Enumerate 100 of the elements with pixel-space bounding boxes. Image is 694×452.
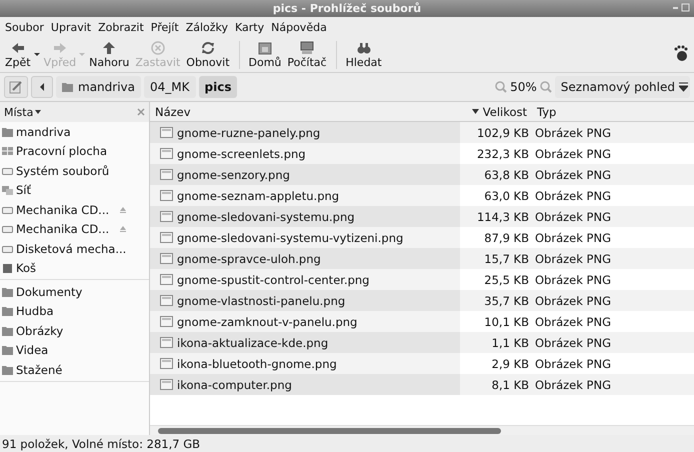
column-header[interactable]: Velikost [460,102,532,121]
toolbar-button[interactable]: Hledat [342,40,385,69]
toggle-location-button[interactable] [4,76,28,98]
window-title: pics - Prohlížeč souborů [272,2,422,15]
folder-icon [2,126,14,137]
menu-item[interactable]: Soubor [5,20,44,34]
file-name-cell[interactable]: gnome-sledovani-systemu-vytizeni.png [150,227,460,248]
dropdown-arrow-icon [679,82,688,92]
toolbar-button[interactable]: Obnovit [183,40,233,69]
size-cell: 114,3 KB [460,206,532,227]
size-cell: 15,7 KB [460,248,532,269]
eject-icon[interactable] [119,225,128,234]
edit-icon [9,80,23,94]
file-name-cell[interactable]: gnome-screenlets.png [150,143,460,164]
forward-arrow-icon [52,40,68,56]
image-file-icon [160,126,173,139]
column-header[interactable]: Typ [532,102,694,121]
sidebar-item[interactable]: Síť [0,180,149,200]
folder-icon [256,40,273,56]
zoom-in-icon[interactable] [540,81,552,93]
menu-item[interactable]: Karty [235,20,264,34]
image-file-icon [160,189,173,202]
image-file-icon [160,231,173,244]
sidebar-item[interactable]: Mechanika CD... [0,220,149,239]
size-cell: 35,7 KB [460,290,532,311]
toolbar-button[interactable]: Domů [246,40,284,69]
size-cell: 8,1 KB [460,374,532,395]
zoom-out-icon[interactable] [495,81,508,93]
file-name-cell[interactable]: gnome-zamknout-v-panelu.png [150,311,460,332]
sidebar-item[interactable]: Pracovní plocha [0,142,149,161]
image-file-icon [160,252,173,265]
sort-arrow-icon [472,109,479,114]
menu-item[interactable]: Nápověda [271,20,327,34]
menu-item[interactable]: Upravit [50,20,92,34]
file-name-cell[interactable]: gnome-sledovani-systemu.png [150,206,460,227]
menu-item[interactable]: Záložky [186,20,228,34]
sidebar-item[interactable]: Systém souborů [0,161,149,180]
toolbar-button[interactable]: Nahoru [86,40,132,69]
dropdown-arrow-icon [35,110,42,114]
folder-icon [2,306,14,316]
file-name-cell[interactable]: ikona-computer.png [150,374,460,395]
file-name-cell[interactable]: gnome-senzory.png [150,164,460,185]
path-back-button[interactable] [31,76,53,98]
network-icon [2,185,14,196]
folder-icon [2,345,14,356]
view-dropdown[interactable]: Seznamový pohled [554,76,690,98]
up-arrow-icon [101,40,118,56]
menu-item[interactable]: Zobrazit [98,20,144,34]
image-file-icon [160,378,173,391]
file-name-cell[interactable]: gnome-vlastnosti-panelu.png [150,290,460,311]
image-file-icon [160,336,173,349]
folder-icon [2,286,14,297]
sidebar-item[interactable]: Dokumenty [0,282,149,302]
sidebar-item[interactable]: Disketová mecha... [0,239,149,258]
file-name-cell[interactable]: ikona-aktualizace-kde.png [150,332,460,353]
reload-icon [200,40,216,56]
sidebar-item[interactable]: Videa [0,340,149,360]
path-button[interactable]: 04_MK [144,76,196,98]
size-cell: 102,9 KB [460,122,532,143]
eject-icon[interactable] [119,206,128,214]
menu-item[interactable]: Přejít [150,20,179,34]
close-icon[interactable] [137,108,145,116]
size-cell: 1,1 KB [460,332,532,353]
sidebar-item[interactable]: Hudba [0,302,149,321]
image-file-icon [160,273,173,286]
path-button[interactable]: pics [198,76,238,98]
column-header[interactable]: Název [150,102,460,121]
path-button[interactable]: mandriva [56,76,141,98]
file-name-cell[interactable]: gnome-ruzne-panely.png [150,122,460,143]
type-cell: Obrázek PNG [532,374,694,395]
toolbar-button[interactable]: Počítač [284,40,330,69]
horizontal-scrollbar[interactable] [150,425,694,435]
stop-icon [150,40,166,56]
sidebar-item[interactable]: mandriva [0,122,149,142]
image-file-icon [160,210,173,223]
sidebar-item[interactable]: Mechanika CD... [0,200,149,220]
image-file-icon [160,168,173,181]
places-dropdown[interactable]: Místa [4,106,42,118]
image-file-icon [160,294,173,307]
image-file-icon [160,357,173,370]
sidebar-item[interactable]: Stažené [0,360,149,380]
window-controls-icon[interactable] [672,3,690,13]
type-cell: Obrázek PNG [532,332,694,353]
file-name-cell[interactable]: gnome-spustit-control-center.png [150,269,460,290]
image-file-icon [160,147,173,160]
toolbar-button[interactable]: Zpět [2,40,34,69]
binoculars-icon [356,40,372,56]
zoom-level[interactable]: 50% [510,80,537,94]
folder-icon [2,364,14,375]
foot-logo-icon [674,45,688,61]
type-cell: Obrázek PNG [532,164,694,185]
folder-icon [2,326,14,336]
file-name-cell[interactable]: gnome-spravce-uloh.png [150,248,460,269]
sidebar-item[interactable]: Koš [0,258,149,278]
type-cell: Obrázek PNG [532,248,694,269]
left-arrow-icon [39,83,45,91]
file-name-cell[interactable]: gnome-seznam-appletu.png [150,185,460,206]
image-file-icon [160,315,173,328]
file-name-cell[interactable]: ikona-bluetooth-gnome.png [150,353,460,374]
sidebar-item[interactable]: Obrázky [0,321,149,340]
